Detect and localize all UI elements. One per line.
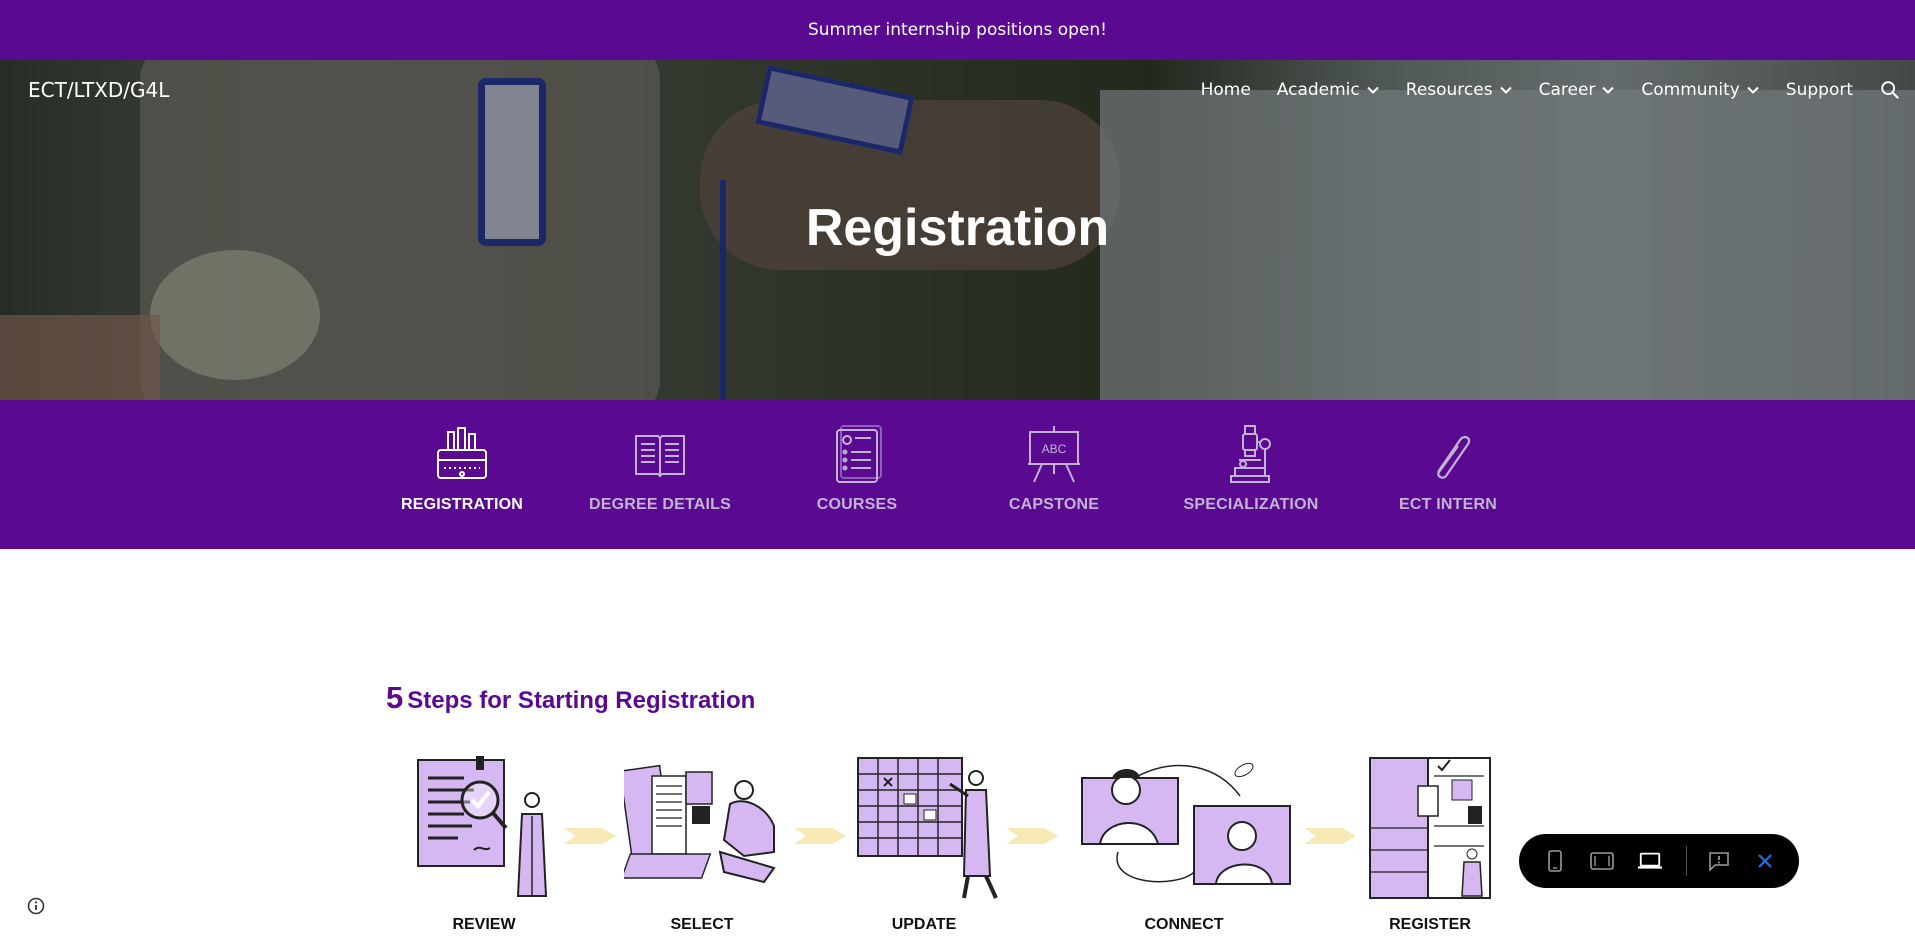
tab-label: SPECIALIZATION bbox=[1183, 496, 1319, 513]
step-label-register: REGISTER bbox=[1389, 916, 1471, 933]
tab-label: DEGREE DETAILS bbox=[588, 496, 732, 513]
laptop-preview-icon[interactable] bbox=[1637, 849, 1662, 873]
arrow-right-icon bbox=[1304, 828, 1356, 844]
tab-capstone[interactable]: ABC CAPSTONE bbox=[969, 424, 1139, 514]
top-nav: Home Academic Resources Career Community… bbox=[1201, 74, 1915, 106]
nav-item-label: Career bbox=[1538, 80, 1596, 100]
steps-heading-text: Steps for Starting Registration bbox=[407, 687, 756, 714]
nav-item-resources[interactable]: Resources bbox=[1406, 80, 1513, 100]
nav-item-label: Home bbox=[1200, 80, 1251, 100]
section-tabs: REGISTRATION DEGREE DETAILS COURSES ABC … bbox=[0, 400, 1915, 549]
tab-courses[interactable]: COURSES bbox=[772, 424, 942, 514]
paperclip-icon bbox=[1437, 435, 1471, 479]
site-title[interactable]: ECT/LTXD/G4L bbox=[28, 78, 169, 102]
nav-item-academic[interactable]: Academic bbox=[1277, 80, 1380, 100]
chevron-down-icon bbox=[1747, 86, 1759, 94]
search-icon[interactable] bbox=[1879, 79, 1901, 101]
announcement-text: Summer internship positions open! bbox=[807, 20, 1107, 40]
nav-item-career[interactable]: Career bbox=[1539, 80, 1616, 100]
steps-heading: 5 Steps for Starting Registration bbox=[386, 680, 755, 716]
connect-phone-illustration bbox=[1081, 762, 1291, 885]
step-label-review: REVIEW bbox=[452, 916, 516, 933]
tab-specialization[interactable]: SPECIALIZATION bbox=[1166, 424, 1336, 514]
report-abuse-icon[interactable] bbox=[1708, 849, 1730, 873]
tablet-preview-icon[interactable] bbox=[1589, 849, 1614, 873]
chevron-down-icon bbox=[1367, 86, 1379, 94]
preview-toolbar bbox=[1519, 834, 1799, 888]
announcement-banner: Summer internship positions open! bbox=[0, 0, 1915, 60]
microscope-icon bbox=[1230, 425, 1271, 483]
register-shelves-illustration bbox=[1369, 757, 1491, 899]
nav-item-home[interactable]: Home bbox=[1201, 80, 1251, 100]
page-title: Registration bbox=[805, 199, 1110, 257]
tab-degree-details[interactable]: DEGREE DETAILS bbox=[575, 424, 745, 514]
svg-text:ABC: ABC bbox=[1042, 442, 1067, 456]
toolbar-divider bbox=[1685, 846, 1687, 876]
tab-ect-intern[interactable]: ECT INTERN bbox=[1363, 424, 1533, 514]
phone-preview-icon[interactable] bbox=[1545, 849, 1566, 873]
step-label-update: UPDATE bbox=[891, 916, 957, 933]
chevron-down-icon bbox=[1602, 86, 1615, 94]
open-book-icon bbox=[635, 435, 685, 478]
tab-label: REGISTRATION bbox=[400, 496, 524, 513]
chevron-down-icon bbox=[1499, 86, 1512, 94]
nav-item-label: Support bbox=[1785, 80, 1853, 100]
easel-board-icon: ABC bbox=[1028, 426, 1080, 483]
select-courses-illustration bbox=[624, 764, 776, 884]
page: Summer internship positions open! ECT/LT… bbox=[0, 0, 1915, 938]
step-label-connect: CONNECT bbox=[1144, 916, 1224, 933]
tab-label: COURSES bbox=[816, 496, 898, 513]
update-calendar-illustration bbox=[857, 757, 998, 899]
hero-banner: ECT/LTXD/G4L Home Academic Resources Car… bbox=[0, 60, 1915, 400]
nav-item-label: Resources bbox=[1405, 80, 1493, 100]
pencil-case-icon bbox=[437, 427, 487, 479]
tab-registration[interactable]: REGISTRATION bbox=[377, 424, 547, 514]
close-icon[interactable] bbox=[1754, 849, 1775, 873]
arrow-right-icon bbox=[564, 828, 616, 844]
steps-heading-number: 5 bbox=[386, 680, 404, 715]
checklist-icon bbox=[836, 425, 882, 483]
nav-item-support[interactable]: Support bbox=[1786, 80, 1853, 100]
info-icon[interactable] bbox=[27, 897, 45, 915]
arrow-right-icon bbox=[1006, 828, 1058, 844]
tab-label: CAPSTONE bbox=[1008, 496, 1100, 513]
review-document-illustration bbox=[417, 756, 548, 897]
tab-label: ECT INTERN bbox=[1399, 496, 1497, 513]
nav-item-label: Community bbox=[1641, 80, 1740, 100]
nav-item-label: Academic bbox=[1276, 80, 1360, 100]
arrow-right-icon bbox=[794, 828, 846, 844]
step-label-select: SELECT bbox=[670, 916, 734, 933]
nav-item-community[interactable]: Community bbox=[1641, 80, 1759, 100]
